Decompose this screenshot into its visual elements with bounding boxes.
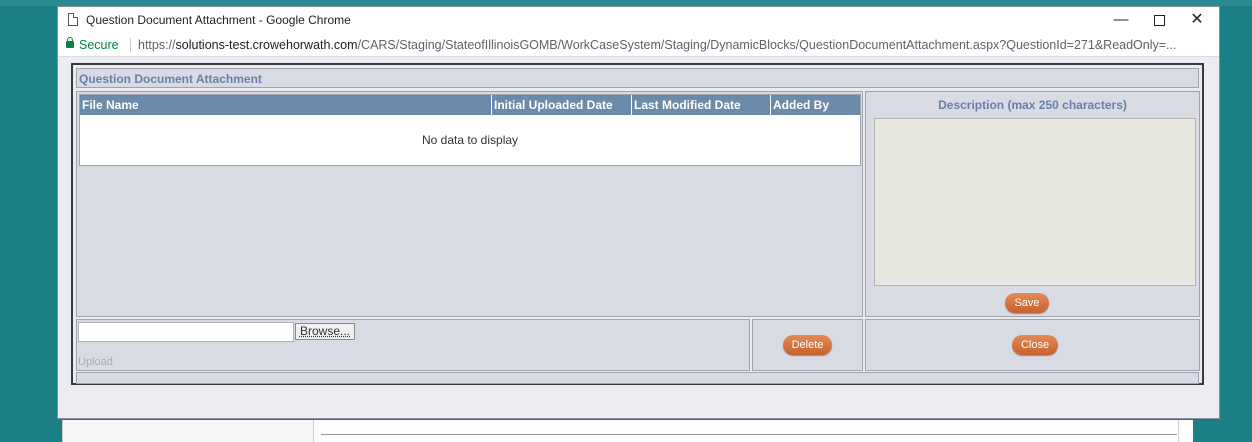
- address-bar[interactable]: Secure https://solutions-test.crowehorwa…: [58, 34, 1219, 57]
- delete-button[interactable]: Delete: [783, 335, 832, 355]
- popup-window: Question Document Attachment - Google Ch…: [57, 6, 1220, 419]
- browse-button[interactable]: Browse...: [295, 323, 355, 340]
- document-icon: [68, 13, 78, 26]
- column-file-name[interactable]: File Name: [80, 95, 492, 115]
- close-panel: Close: [865, 319, 1200, 371]
- background-right-border: [1178, 420, 1179, 442]
- window-title: Question Document Attachment - Google Ch…: [86, 13, 351, 27]
- dialog-footer: [76, 372, 1199, 384]
- close-button[interactable]: Close: [1012, 335, 1058, 355]
- description-textarea[interactable]: [874, 118, 1196, 286]
- save-button[interactable]: Save: [1005, 293, 1049, 313]
- delete-panel: Delete: [752, 319, 863, 371]
- column-initial-uploaded-date[interactable]: Initial Uploaded Date: [492, 95, 632, 115]
- background-divider: [321, 434, 1177, 435]
- url-path: /CARS/Staging/StateofIllinoisGOMB/WorkCa…: [357, 38, 1177, 52]
- url-scheme: https://: [138, 38, 176, 52]
- description-panel: Description (max 250 characters) Save: [865, 91, 1200, 317]
- upload-link[interactable]: Upload: [78, 356, 113, 368]
- file-path-input[interactable]: [78, 322, 294, 342]
- lock-icon: [66, 37, 74, 48]
- title-bar[interactable]: Question Document Attachment - Google Ch…: [58, 7, 1219, 34]
- window-close-button[interactable]: ✕: [1179, 7, 1215, 34]
- column-added-by[interactable]: Added By: [771, 95, 860, 115]
- upload-panel: Browse... Upload: [76, 319, 750, 371]
- attachments-panel: File Name Initial Uploaded Date Last Mod…: [76, 91, 863, 317]
- dialog-title: Question Document Attachment: [79, 72, 262, 86]
- dialog-frame: Question Document Attachment File Name I…: [71, 63, 1204, 385]
- maximize-button[interactable]: [1141, 7, 1177, 34]
- background-left-panel: [63, 420, 314, 442]
- grid-header-row: File Name Initial Uploaded Date Last Mod…: [80, 95, 860, 115]
- column-last-modified-date[interactable]: Last Modified Date: [632, 95, 771, 115]
- description-label: Description (max 250 characters): [938, 98, 1127, 112]
- address-separator: [130, 38, 131, 52]
- attachments-grid: File Name Initial Uploaded Date Last Mod…: [79, 94, 861, 166]
- url-text[interactable]: https://solutions-test.crowehorwath.com/…: [138, 38, 1176, 52]
- grid-empty-message: No data to display: [421, 133, 519, 147]
- dialog-header: Question Document Attachment: [76, 68, 1199, 88]
- maximize-icon: [1153, 14, 1165, 26]
- dialog-content: Question Document Attachment File Name I…: [58, 57, 1219, 418]
- background-page: [62, 420, 1193, 442]
- url-host: solutions-test.crowehorwath.com: [175, 38, 358, 52]
- minimize-button[interactable]: —: [1103, 7, 1139, 34]
- secure-label: Secure: [79, 38, 119, 52]
